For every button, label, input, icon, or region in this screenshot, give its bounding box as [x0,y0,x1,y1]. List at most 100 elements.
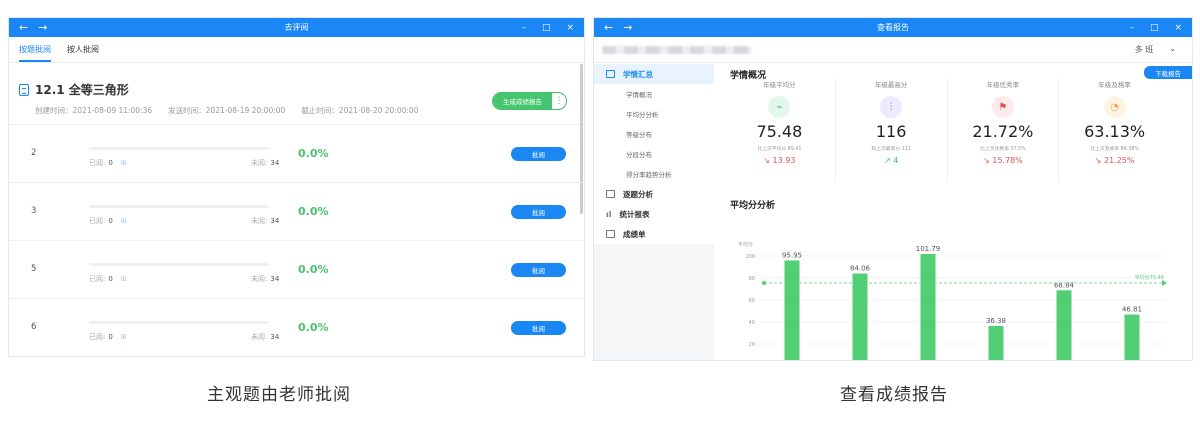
data-label: 46.81 [1122,306,1142,314]
stat-value: 63.13% [1084,122,1146,141]
data-label: 101.79 [916,245,941,253]
view-icon[interactable]: ⊞ [121,333,127,341]
stat-compare: 比上次平均分 89.41 [757,147,802,152]
y-tick-label: 100 [745,254,755,260]
y-axis-label: 平均分 [738,241,753,248]
question-row: 2 已阅: 0 ⊞ 未阅: 34 0.0% 批阅 [9,125,584,183]
tab-by-student[interactable]: 按人批阅 [67,44,99,62]
view-icon[interactable]: ⊞ [121,275,127,283]
bar-icon: ⫶ [880,96,903,118]
deadline-time: 截止时间：2021-08-20 20:00:00 [301,106,419,115]
created-time: 创建时间：2021-08-09 11:00:36 [35,106,153,115]
y-tick-label: 20 [749,342,755,348]
data-label: 95.95 [782,251,802,259]
y-tick-label: 60 [749,298,755,304]
sidebar-item-score-trend[interactable]: 得分率趋势分析 [594,164,714,184]
mark-button[interactable]: 批阅 [511,147,566,161]
checklist-icon [606,190,615,198]
stat-change: ↗ 4 [883,156,899,165]
title-bar: ← → 查看报告 – □ × [594,18,1192,37]
tab-by-question[interactable]: 按题批阅 [19,44,51,62]
average-score-chart: 平均分020406080100 95.9584.06101.7936.3868.8… [738,241,1167,360]
unread-count: 未阅: 34 [251,275,280,283]
y-tick-label: 40 [749,320,755,326]
report-sidebar: 学情汇总 学情概况 平均分分析 等级分布 分段分布 得分率趋势分析 逐题分析 ı… [594,64,714,360]
pulse-icon: ⌁ [768,96,791,118]
progress-bar [89,263,269,266]
mark-button[interactable]: 批阅 [511,263,566,277]
read-count: 已阅: 0 ⊞ [89,159,127,167]
sidebar-item-segment-dist[interactable]: 分段分布 [594,144,714,164]
mark-button[interactable]: 批阅 [511,205,566,219]
left-caption: 主观题由老师批阅 [207,385,351,405]
report-window: ← → 查看报告 – □ × 多 班 ⌄ 学情汇总 学情概况 平均分分析 等级分… [593,17,1193,361]
sidebar-item-average[interactable]: 平均分分析 [594,104,714,124]
stat-compare: 和上次最高分 112 [871,147,911,152]
sidebar-item-overview[interactable]: 学情概况 [594,84,714,104]
stat-label: 年级及格率 [1098,81,1131,89]
progress-percent: 0.0% [298,205,329,218]
question-row: 3 已阅: 0 ⊞ 未阅: 34 0.0% 批阅 [9,183,584,241]
clock-icon: ◔ [1103,96,1126,118]
more-options-icon[interactable]: ⋮ [552,96,566,106]
reference-start-dot [762,280,766,285]
stat-value: 21.72% [972,122,1034,141]
stat-card: 年级优秀率 ⚑ 21.72% 比上次优秀率 37.5% ↘ 15.78% [948,78,1060,182]
data-label: 84.06 [850,265,871,273]
sidebar-item-stats-table[interactable]: ıl 统计报表 [594,204,714,224]
window-title: 查看报告 [877,23,909,32]
sidebar-item-question-analysis[interactable]: 逐题分析 [594,184,714,204]
mark-button[interactable]: 批阅 [511,321,566,335]
stat-change: ↘ 21.25% [1094,156,1135,165]
view-icon[interactable]: ⊞ [121,159,127,167]
chart-icon: ıl [606,209,612,219]
progress-percent: 0.0% [298,321,329,334]
sidebar-item-score-sheet[interactable]: 成绩单 [594,224,714,244]
bar [988,325,1004,360]
class-select[interactable]: 多 班 ⌄ [1135,44,1176,55]
stat-compare: 比上次优秀率 37.5% [980,147,1026,152]
read-count: 已阅: 0 ⊞ [89,333,127,341]
question-row: 6 已阅: 0 ⊞ 未阅: 34 0.0% 批阅 [9,299,584,356]
window-title: 去评阅 [284,23,309,32]
question-list: 2 已阅: 0 ⊞ 未阅: 34 0.0% 批阅 3 已阅: 0 ⊞ 未阅: 34 0.0% 批阅 5 已阅: 0 ⊞… [9,125,584,356]
bar [1124,314,1140,360]
chevron-down-icon: ⌄ [1169,44,1176,53]
bar [920,254,936,360]
sent-time: 发送时间：2021-08-19 20:00:00 [168,106,286,115]
stats-cards: 年级平均分 ⌁ 75.48 比上次平均分 89.41 ↘ 13.93 年级最高分 ⫶ 116 和… [724,78,1170,182]
bar [1056,290,1072,360]
generate-report-button[interactable]: 生成成绩报告 ⋮ [492,92,567,110]
exam-title: 12.1 全等三角形 [19,81,129,98]
blurred-class-name [602,46,752,54]
progress-bar [89,147,269,150]
exam-meta: 创建时间：2021-08-09 11:00:36 发送时间：2021-08-19… [35,105,418,116]
stat-value: 75.48 [756,122,803,141]
stat-card: 年级及格率 ◔ 63.13% 比上次及格率 84.38% ↘ 21.25% [1059,78,1170,182]
y-tick-label: 80 [749,276,755,282]
question-number: 3 [31,206,37,216]
stat-value: 116 [875,122,907,141]
stat-label: 年级平均分 [763,81,796,89]
question-row: 5 已阅: 0 ⊞ 未阅: 34 0.0% 批阅 [9,241,584,299]
sidebar-item-grade-dist[interactable]: 等级分布 [594,124,714,144]
reference-label: 平均分75.48 [1135,274,1164,281]
monitor-icon [606,70,615,78]
data-label: 36.38 [986,317,1006,325]
progress-percent: 0.0% [298,147,329,160]
stat-card: 年级最高分 ⫶ 116 和上次最高分 112 ↗ 4 [836,78,948,182]
average-analysis-title: 平均分分析 [730,201,776,211]
bar [784,260,800,360]
stat-change: ↘ 15.78% [983,156,1023,165]
stat-compare: 比上次及格率 84.38% [1090,147,1139,152]
view-icon[interactable]: ⊞ [121,217,127,225]
progress-bar [89,205,269,208]
sidebar-item-summary[interactable]: 学情汇总 [594,64,714,84]
tab-bar: 按题批阅 按人批阅 [9,37,584,63]
bar [852,273,868,360]
data-label: 68.84 [1054,281,1075,289]
exam-header: 12.1 全等三角形 创建时间：2021-08-09 11:00:36 发送时间… [9,63,584,125]
report-content: 学情概况 下载报告 年级平均分 ⌁ 75.48 比上次平均分 89.41 ↘ 13.93… [714,64,1192,360]
question-number: 5 [31,264,37,274]
stat-card: 年级平均分 ⌁ 75.48 比上次平均分 89.41 ↘ 13.93 [724,78,836,182]
